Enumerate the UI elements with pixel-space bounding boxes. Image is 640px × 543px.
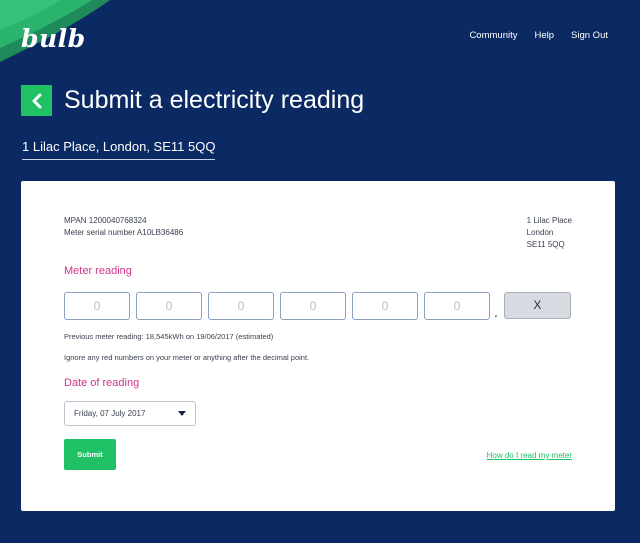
digit-input[interactable]: 0 bbox=[280, 292, 346, 320]
meter-reading-label: Meter reading bbox=[64, 265, 132, 277]
bulb-logo[interactable]: bulb bbox=[21, 24, 86, 53]
submit-button[interactable]: Submit bbox=[64, 439, 116, 470]
top-nav: Community Help Sign Out bbox=[469, 30, 608, 41]
digit-input[interactable]: 0 bbox=[64, 292, 130, 320]
serial-number-text: Meter serial number A10LB36486 bbox=[64, 228, 184, 237]
page-title: Submit a electricity reading bbox=[64, 86, 365, 114]
address-line: London bbox=[526, 228, 554, 237]
decimal-point: . bbox=[494, 304, 498, 320]
page-heading: Submit a electricity reading bbox=[21, 85, 364, 116]
address-line: 1 Lilac Place bbox=[526, 216, 572, 225]
clear-reading-button[interactable]: X bbox=[503, 292, 571, 319]
meter-digit-inputs: 0 0 0 0 0 0 . X bbox=[64, 292, 571, 320]
instruction-text: Ignore any red numbers on your meter or … bbox=[64, 353, 310, 362]
date-of-reading-label: Date of reading bbox=[64, 377, 140, 389]
nav-sign-out-link[interactable]: Sign Out bbox=[571, 30, 608, 41]
nav-help-link[interactable]: Help bbox=[534, 30, 554, 41]
mpan-text: MPAN 1200040768324 bbox=[64, 216, 147, 225]
date-select-value: Friday, 07 July 2017 bbox=[74, 409, 146, 418]
back-button[interactable] bbox=[21, 85, 52, 116]
how-to-read-meter-link[interactable]: How do I read my meter bbox=[487, 451, 572, 460]
caret-down-icon bbox=[178, 411, 186, 416]
previous-reading-text: Previous meter reading: 18,545kWh on 19/… bbox=[64, 332, 274, 341]
address-line: SE11 5QQ bbox=[526, 240, 565, 249]
address-selector[interactable]: 1 Lilac Place, London, SE11 5QQ bbox=[22, 139, 216, 160]
meter-address: 1 Lilac Place London SE11 5QQ bbox=[527, 215, 572, 251]
meter-details: MPAN 1200040768324 Meter serial number A… bbox=[64, 215, 183, 239]
digit-input[interactable]: 0 bbox=[352, 292, 418, 320]
digit-input[interactable]: 0 bbox=[424, 292, 490, 320]
chevron-left-icon bbox=[32, 93, 41, 108]
nav-community-link[interactable]: Community bbox=[469, 30, 517, 41]
reading-card: MPAN 1200040768324 Meter serial number A… bbox=[21, 181, 615, 511]
digit-input[interactable]: 0 bbox=[208, 292, 274, 320]
date-select[interactable]: Friday, 07 July 2017 bbox=[64, 401, 196, 426]
digit-input[interactable]: 0 bbox=[136, 292, 202, 320]
